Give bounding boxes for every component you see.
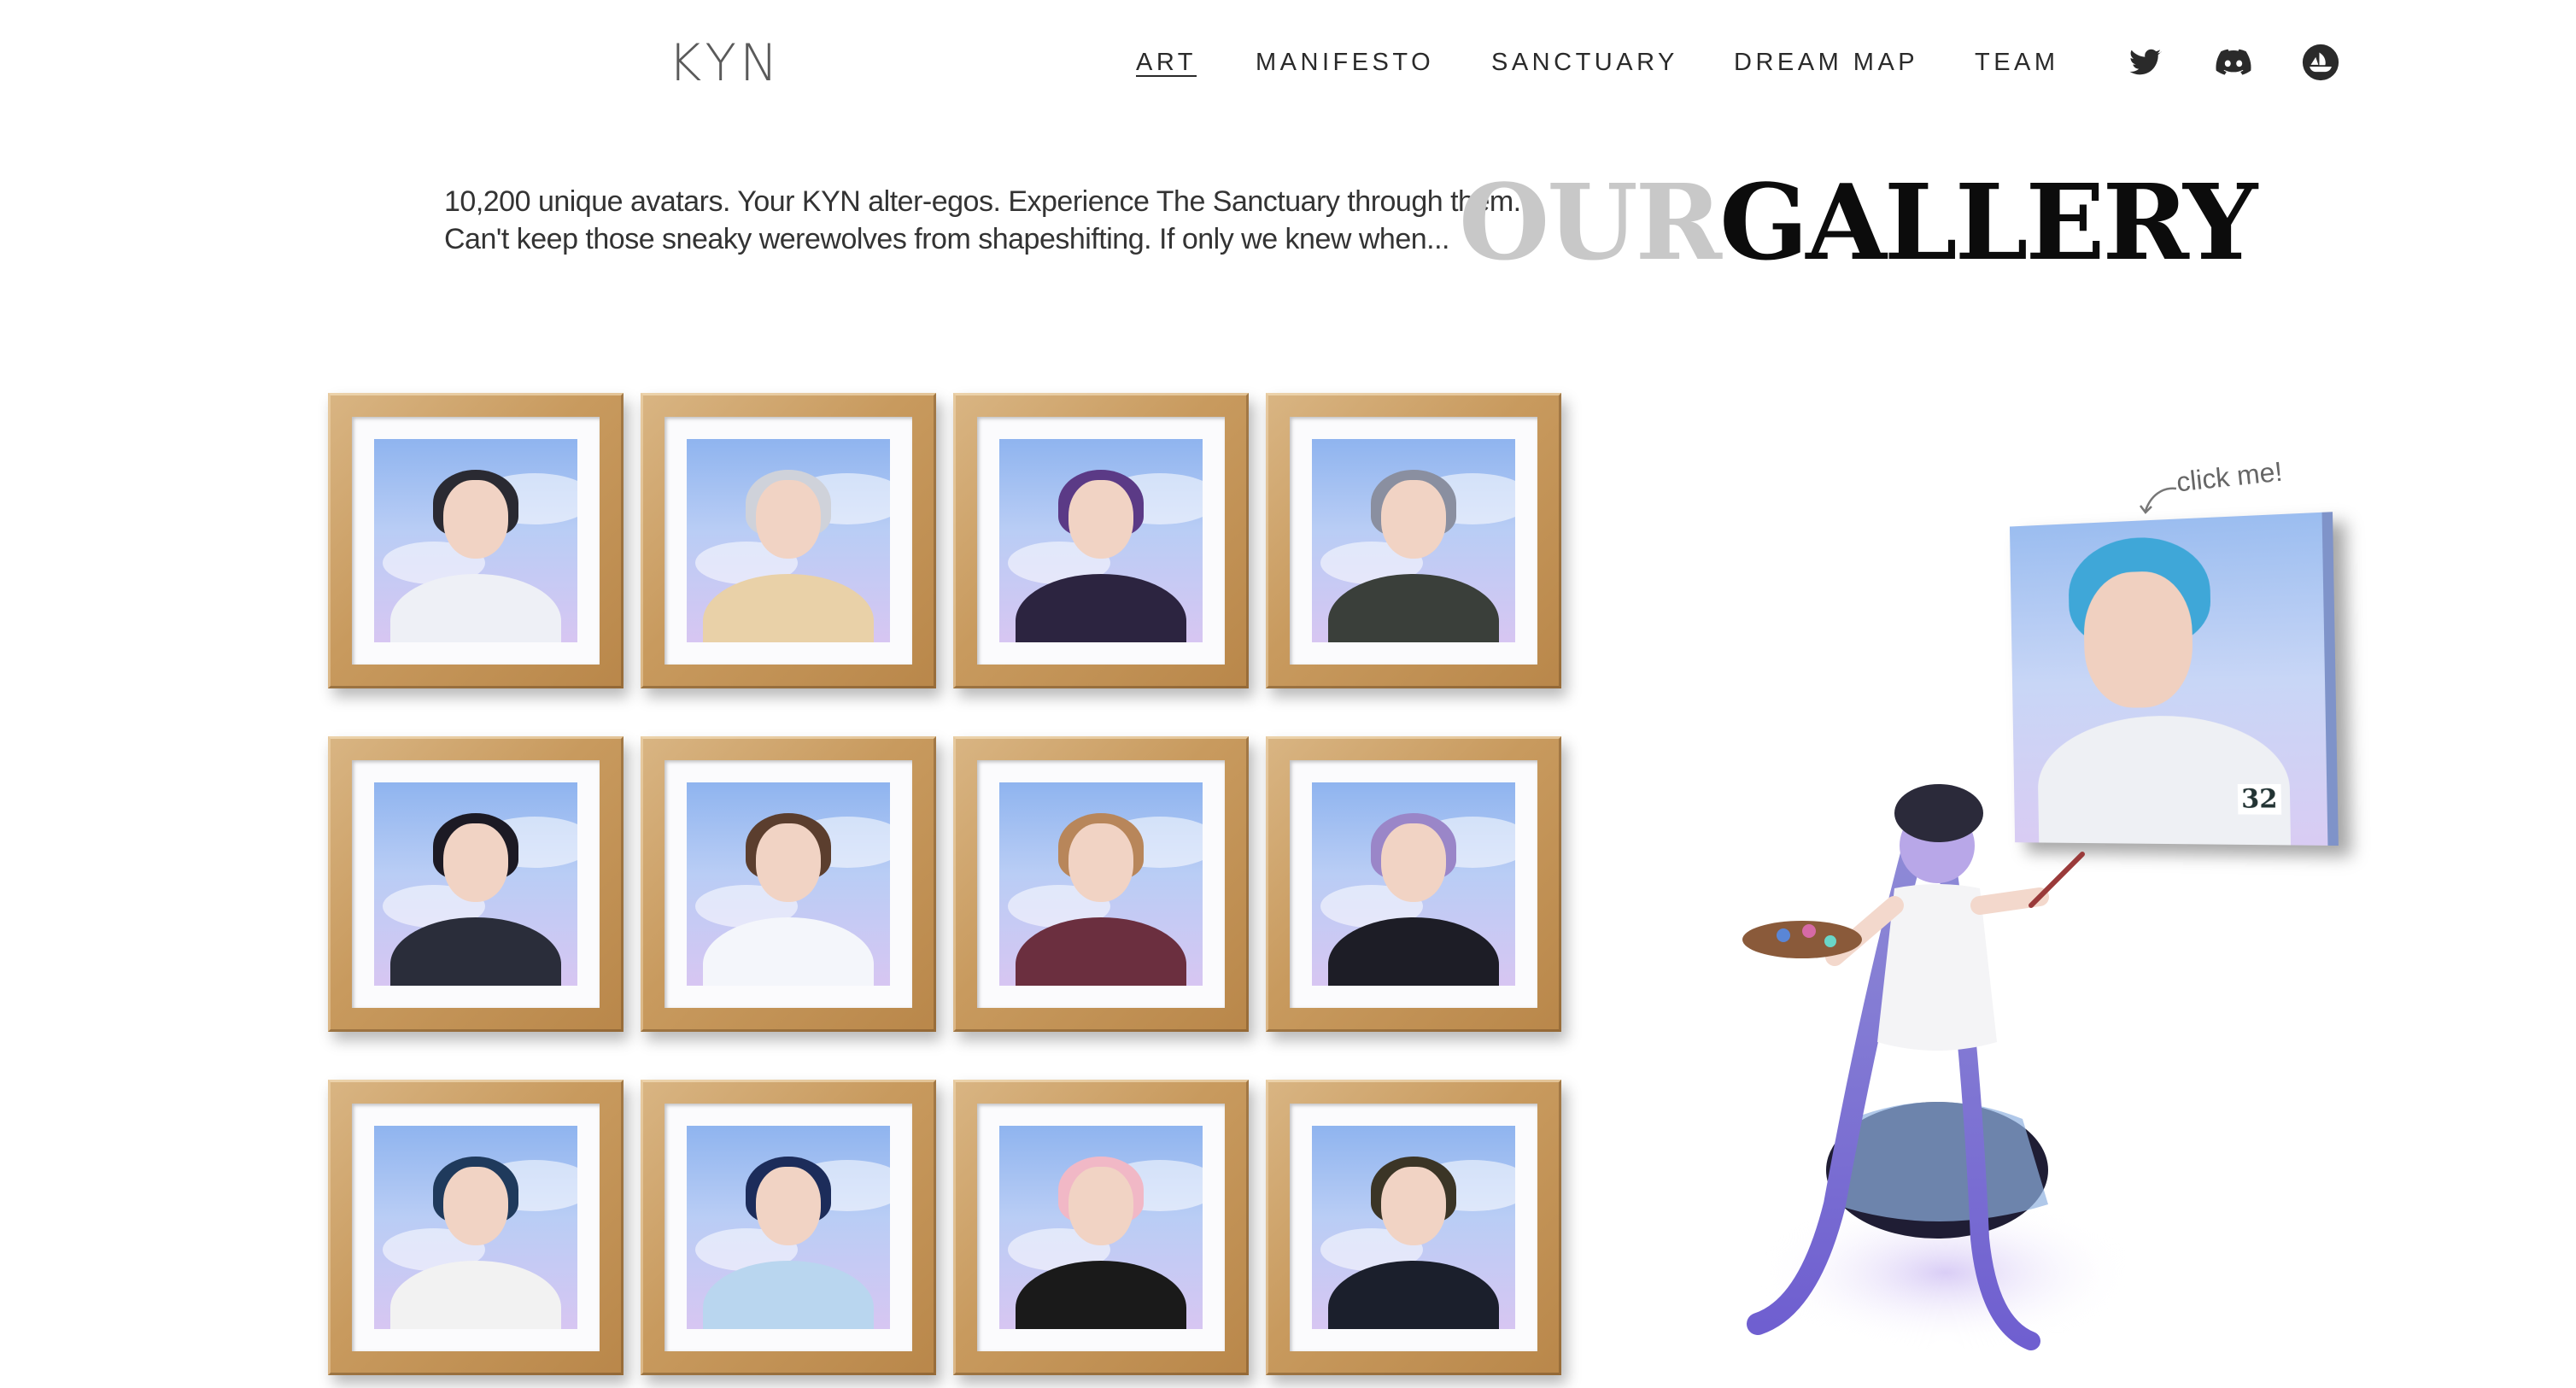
canvas-badge-number: 32 [2237,784,2281,815]
avatar-frame[interactable] [328,393,624,688]
avatar-frame[interactable] [1266,1080,1561,1375]
avatar-body [703,1261,874,1329]
avatar-artwork [374,782,577,986]
frame-mat [664,417,912,665]
tagline-line-2: Can't keep those sneaky werewolves from … [444,223,1450,255]
avatar-body [390,1261,561,1329]
avatar-frame[interactable] [953,736,1249,1032]
frame-mat [977,760,1225,1008]
avatar-frame[interactable] [641,1080,936,1375]
avatar-body [390,574,561,642]
main-nav: ART MANIFESTO SANCTUARY DREAM MAP TEAM [0,41,2576,84]
avatar-body [1328,574,1499,642]
avatar-artwork [374,1126,577,1329]
curved-arrow-icon [2140,487,2177,514]
avatar-artwork [999,782,1203,986]
tagline-line-1: 10,200 unique avatars. Your KYN alter-eg… [444,185,1521,218]
canvas-figure-face [2082,570,2194,709]
avatar-artwork [374,439,577,642]
twitter-icon[interactable] [2125,43,2164,82]
avatar-face [756,1167,821,1245]
nav-sanctuary[interactable]: SANCTUARY [1491,41,1678,84]
nav-art[interactable]: ART [1136,41,1197,84]
avatar-frame[interactable] [641,393,936,688]
avatar-body [1016,1261,1186,1329]
frame-mat [352,760,600,1008]
title-gallery: GALLERY [1719,161,2257,284]
avatar-face [1381,480,1446,559]
avatar-artwork [687,1126,890,1329]
avatar-face [1381,823,1446,902]
gallery-tagline: 10,200 unique avatars. Your KYN alter-eg… [444,183,1521,258]
avatar-face [443,823,508,902]
avatar-face [1068,480,1133,559]
frame-mat [352,417,600,665]
avatar-body [1016,574,1186,642]
frame-mat [977,1104,1225,1351]
frame-mat [664,760,912,1008]
painter-illustration [1742,784,2125,1350]
avatar-artwork [999,1126,1203,1329]
avatar-gallery-grid [328,393,1572,1388]
avatar-body [390,917,561,986]
nav-dream-map[interactable]: DREAM MAP [1734,41,1918,84]
avatar-body [1328,917,1499,986]
avatar-face [756,480,821,559]
avatar-body [1328,1261,1499,1329]
frame-mat [1290,417,1537,665]
avatar-artwork [687,782,890,986]
avatar-frame[interactable] [953,1080,1249,1375]
frame-mat [1290,760,1537,1008]
avatar-frame[interactable] [641,736,936,1032]
avatar-artwork [1312,782,1515,986]
avatar-face [443,1167,508,1245]
avatar-artwork [687,439,890,642]
page-title: OURGALLERY [1459,154,2257,290]
avatar-frame[interactable] [953,393,1249,688]
avatar-frame[interactable] [1266,393,1561,688]
avatar-frame[interactable] [328,736,624,1032]
avatar-artwork [1312,1126,1515,1329]
frame-mat [664,1104,912,1351]
opensea-icon[interactable] [2301,43,2340,82]
click-me-hint: click me! [2175,455,2284,498]
nav-manifesto[interactable]: MANIFESTO [1256,41,1434,84]
frame-mat [977,417,1225,665]
avatar-artwork [1312,439,1515,642]
avatar-body [703,574,874,642]
frame-mat [352,1104,600,1351]
avatar-frame[interactable] [1266,736,1561,1032]
discord-icon[interactable] [2212,43,2255,82]
avatar-face [1381,1167,1446,1245]
frame-mat [1290,1104,1537,1351]
avatar-body [1016,917,1186,986]
title-our: OUR [1459,161,1722,284]
avatar-face [1068,823,1133,902]
avatar-frame[interactable] [328,1080,624,1375]
avatar-face [443,480,508,559]
avatar-face [1068,1167,1133,1245]
avatar-body [703,917,874,986]
avatar-face [756,823,821,902]
avatar-artwork [999,439,1203,642]
nav-team[interactable]: TEAM [1975,41,2059,84]
